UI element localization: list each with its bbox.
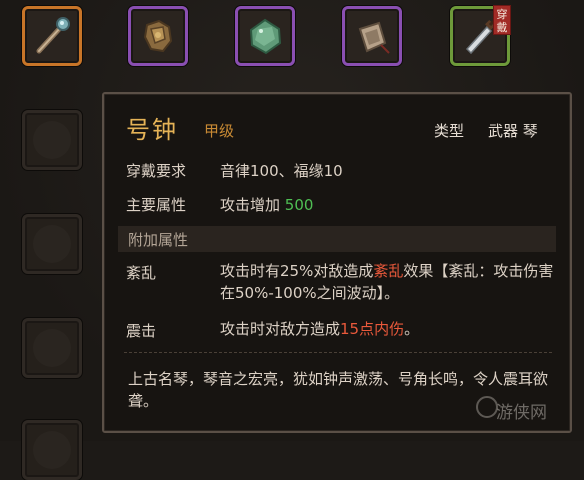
watermark-logo-icon — [476, 396, 498, 418]
effect-highlight: 15点内伤 — [340, 320, 405, 338]
effect-text-luan: 攻击时有25%对敌造成紊乱效果【紊乱：攻击伤害在50%-100%之间波动】。 — [220, 260, 556, 304]
extra-attr-header-label: 附加属性 — [128, 231, 189, 249]
type-label: 类型 — [434, 122, 465, 140]
watermark: 游侠网 — [496, 403, 547, 423]
main-attr-label: 主要属性 — [126, 196, 187, 214]
extra-attr-header: 附加属性 — [118, 226, 556, 252]
main-attr-value: 攻击增加 500 — [220, 194, 313, 215]
inventory-slot-armor[interactable] — [128, 6, 188, 66]
equipped-tag: 穿戴 — [493, 5, 511, 35]
divider — [124, 352, 552, 353]
main-attr-text: 攻击增加 — [220, 196, 281, 214]
item-name: 号钟 — [126, 116, 178, 144]
inventory-slot-blade[interactable]: 穿戴 — [450, 5, 511, 66]
inventory-slot-jade[interactable] — [235, 6, 295, 66]
effect-label-zhen: 震击 — [126, 322, 157, 340]
requirement-label: 穿戴要求 — [126, 162, 187, 180]
main-attr-number: 500 — [284, 196, 314, 214]
item-tooltip: 号钟 甲级 类型 武器 琴 穿戴要求 音律100、福缘10 主要属性 攻击增加 … — [102, 92, 572, 433]
requirement-value: 音律100、福缘10 — [220, 162, 343, 180]
effect-text-zhen: 攻击时对敌方造成15点内伤。 — [220, 318, 556, 340]
pouch-icon — [358, 21, 390, 54]
type-value: 武器 琴 — [488, 122, 538, 140]
inventory-slot-empty[interactable] — [22, 110, 82, 170]
inventory-slot-empty[interactable] — [22, 420, 82, 480]
armor-icon — [143, 19, 173, 53]
staff-icon — [36, 17, 70, 54]
effect-highlight: 紊乱 — [373, 262, 404, 280]
inventory-slot-pouch[interactable] — [342, 6, 402, 66]
inventory-slot-staff[interactable] — [22, 6, 82, 66]
jade-icon — [249, 18, 282, 55]
effect-text-part: 。 — [404, 320, 420, 338]
effect-text-part: 攻击时对敌方造成 — [220, 320, 341, 338]
item-grade: 甲级 — [204, 122, 235, 140]
effect-label-luan: 紊乱 — [126, 264, 157, 282]
inventory-slot-empty[interactable] — [22, 214, 82, 274]
effect-text-part: 攻击时有25%对敌造成 — [220, 262, 374, 280]
inventory-slot-empty[interactable] — [22, 318, 82, 378]
